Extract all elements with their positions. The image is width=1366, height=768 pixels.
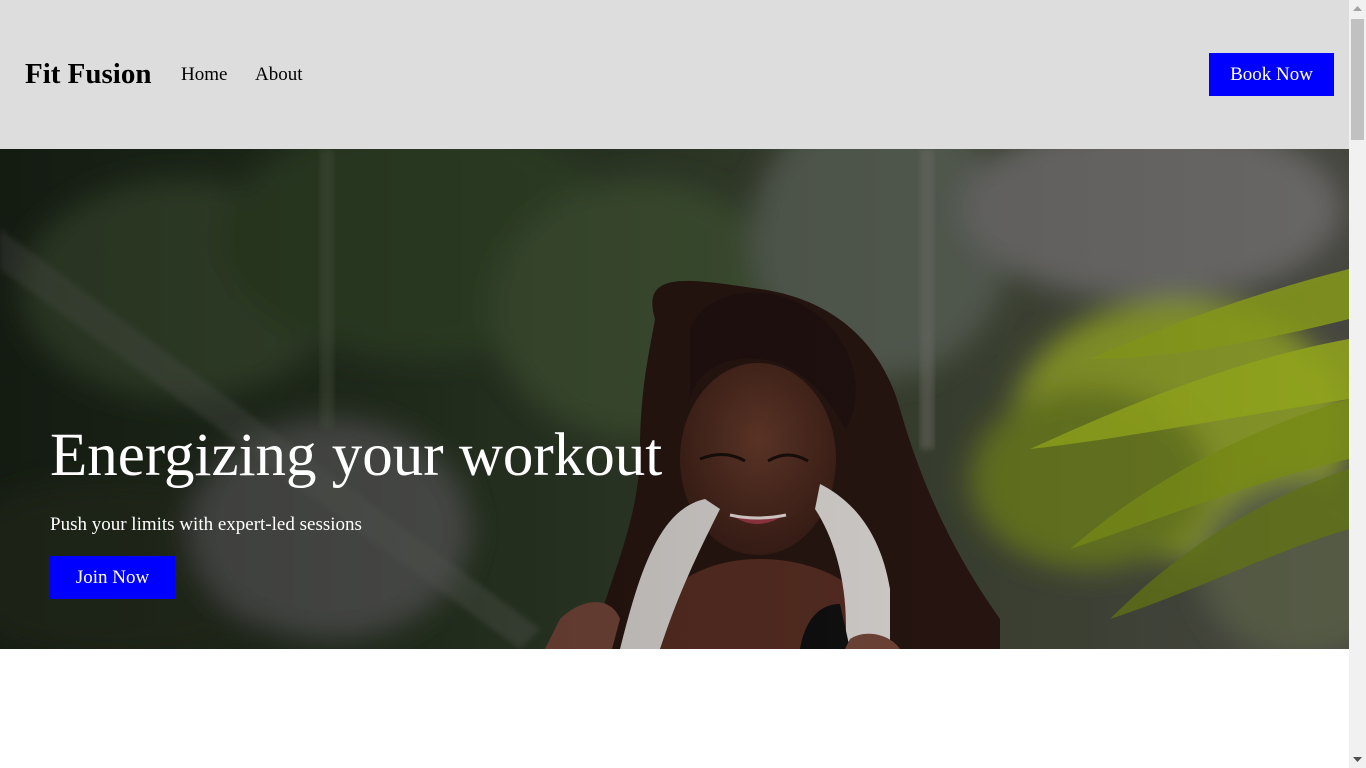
- hero-subtitle: Push your limits with expert-led session…: [50, 514, 362, 535]
- hero-title: Energizing your workout: [50, 422, 663, 489]
- nav-link-about[interactable]: About: [255, 63, 303, 87]
- scrollbar-thumb[interactable]: [1351, 19, 1364, 140]
- book-now-button[interactable]: Book Now: [1209, 53, 1334, 96]
- scroll-down-arrow-icon[interactable]: [1349, 751, 1366, 768]
- nav-link-home[interactable]: Home: [181, 63, 227, 87]
- scroll-up-arrow-icon[interactable]: [1349, 0, 1366, 17]
- join-now-button[interactable]: Join Now: [50, 556, 175, 599]
- browser-viewport: Fit Fusion Home About Book Now Energizin…: [0, 0, 1349, 768]
- site-header: Fit Fusion Home About Book Now: [0, 0, 1349, 149]
- hero-background-photo: [0, 149, 1349, 649]
- brand-logo[interactable]: Fit Fusion: [25, 56, 152, 92]
- vertical-scrollbar[interactable]: [1349, 0, 1366, 768]
- page: Fit Fusion Home About Book Now Energizin…: [0, 0, 1366, 768]
- hero-section: Energizing your workout Push your limits…: [0, 149, 1349, 649]
